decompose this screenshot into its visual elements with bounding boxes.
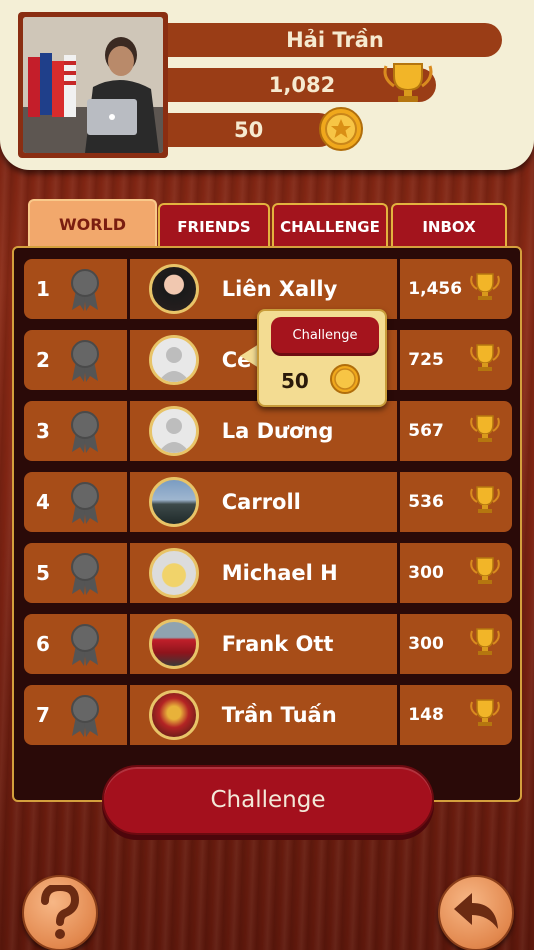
player-name: Trần Tuấn bbox=[221, 703, 337, 727]
challenge-button[interactable]: Challenge bbox=[102, 765, 434, 835]
back-arrow-icon bbox=[454, 893, 498, 929]
rank-cell: 1 bbox=[24, 259, 127, 319]
player-score: 300 bbox=[408, 563, 444, 583]
profile-header: Hải Trần 1,082 50 bbox=[0, 0, 534, 170]
rank-cell: 3 bbox=[24, 401, 127, 461]
score-cell: 536 bbox=[400, 472, 512, 532]
player-score: 1,456 bbox=[408, 279, 463, 299]
profile-name: Hải Trần bbox=[168, 23, 502, 57]
player-avatar bbox=[148, 477, 199, 527]
player-avatar bbox=[148, 619, 199, 669]
popup-bet-amount: 50 bbox=[281, 369, 309, 393]
ribbon-icon bbox=[68, 623, 102, 672]
ribbon-icon bbox=[68, 481, 102, 530]
profile-coin-count: 50 bbox=[168, 113, 336, 147]
trophy-icon bbox=[468, 343, 502, 378]
player-avatar bbox=[148, 690, 199, 740]
rank-number: 6 bbox=[36, 632, 50, 656]
player-name: Frank Ott bbox=[221, 632, 334, 656]
player-score: 536 bbox=[408, 492, 444, 512]
score-cell: 300 bbox=[400, 614, 512, 674]
rank-cell: 5 bbox=[24, 543, 127, 603]
ribbon-icon bbox=[68, 552, 102, 601]
player-score: 300 bbox=[408, 634, 444, 654]
ribbon-icon bbox=[68, 410, 102, 459]
question-icon bbox=[41, 885, 80, 939]
player-avatar bbox=[148, 264, 199, 314]
trophy-icon bbox=[468, 272, 502, 307]
player-avatar bbox=[148, 548, 199, 598]
rank-number: 3 bbox=[36, 419, 50, 443]
player-cell: Trần Tuấn bbox=[129, 685, 398, 745]
challenge-popup: Challenge 50 bbox=[257, 309, 387, 407]
rank-number: 4 bbox=[36, 490, 50, 514]
profile-photo bbox=[23, 17, 163, 153]
popup-challenge-button[interactable]: Challenge bbox=[271, 317, 379, 353]
score-cell: 300 bbox=[400, 543, 512, 603]
trophy-icon bbox=[468, 414, 502, 449]
rank-number: 2 bbox=[36, 348, 50, 372]
player-cell: La Dương bbox=[129, 401, 398, 461]
rank-number: 7 bbox=[36, 703, 50, 727]
trophy-icon bbox=[468, 627, 502, 662]
player-cell: Carroll bbox=[129, 472, 398, 532]
player-name: Carroll bbox=[221, 490, 301, 514]
ribbon-icon bbox=[68, 694, 102, 743]
player-cell: Frank Ott bbox=[129, 614, 398, 674]
tab-inbox[interactable]: INBOX bbox=[391, 203, 507, 249]
player-score: 148 bbox=[408, 705, 444, 725]
profile-avatar[interactable] bbox=[18, 12, 168, 158]
score-cell: 725 bbox=[400, 330, 512, 390]
tab-challenge[interactable]: CHALLENGE bbox=[272, 203, 388, 249]
player-name: Michael H bbox=[221, 561, 338, 585]
rank-number: 1 bbox=[36, 277, 50, 301]
ribbon-icon bbox=[68, 268, 102, 317]
rank-number: 5 bbox=[36, 561, 50, 585]
player-score: 567 bbox=[408, 421, 444, 441]
rank-cell: 2 bbox=[24, 330, 127, 390]
ribbon-icon bbox=[68, 339, 102, 388]
leaderboard-row[interactable]: 4 Carroll 536 bbox=[24, 472, 512, 532]
default-avatar-icon bbox=[148, 335, 199, 385]
player-name: La Dương bbox=[221, 419, 334, 443]
tab-friends[interactable]: FRIENDS bbox=[158, 203, 270, 249]
score-cell: 148 bbox=[400, 685, 512, 745]
help-button[interactable] bbox=[22, 875, 98, 950]
score-cell: 1,456 bbox=[400, 259, 512, 319]
leaderboard-row[interactable]: 6 Frank Ott 300 bbox=[24, 614, 512, 674]
score-cell: 567 bbox=[400, 401, 512, 461]
trophy-icon bbox=[380, 60, 436, 108]
back-button[interactable] bbox=[438, 875, 514, 950]
trophy-icon bbox=[468, 698, 502, 733]
player-score: 725 bbox=[408, 350, 444, 370]
coin-icon bbox=[318, 106, 364, 156]
rank-cell: 6 bbox=[24, 614, 127, 674]
rank-cell: 4 bbox=[24, 472, 127, 532]
trophy-icon bbox=[468, 485, 502, 520]
coin-icon bbox=[329, 363, 361, 399]
trophy-icon bbox=[468, 556, 502, 591]
default-avatar-icon bbox=[148, 406, 199, 456]
leaderboard-row[interactable]: 5 Michael H 300 bbox=[24, 543, 512, 603]
rank-cell: 7 bbox=[24, 685, 127, 745]
player-name: Liên Xally bbox=[221, 277, 338, 301]
player-cell: Michael H bbox=[129, 543, 398, 603]
leaderboard-row[interactable]: 3 La Dương 567 bbox=[24, 401, 512, 461]
tab-world[interactable]: WORLD bbox=[28, 199, 157, 247]
leaderboard-row[interactable]: 7 Trần Tuấn 148 bbox=[24, 685, 512, 745]
